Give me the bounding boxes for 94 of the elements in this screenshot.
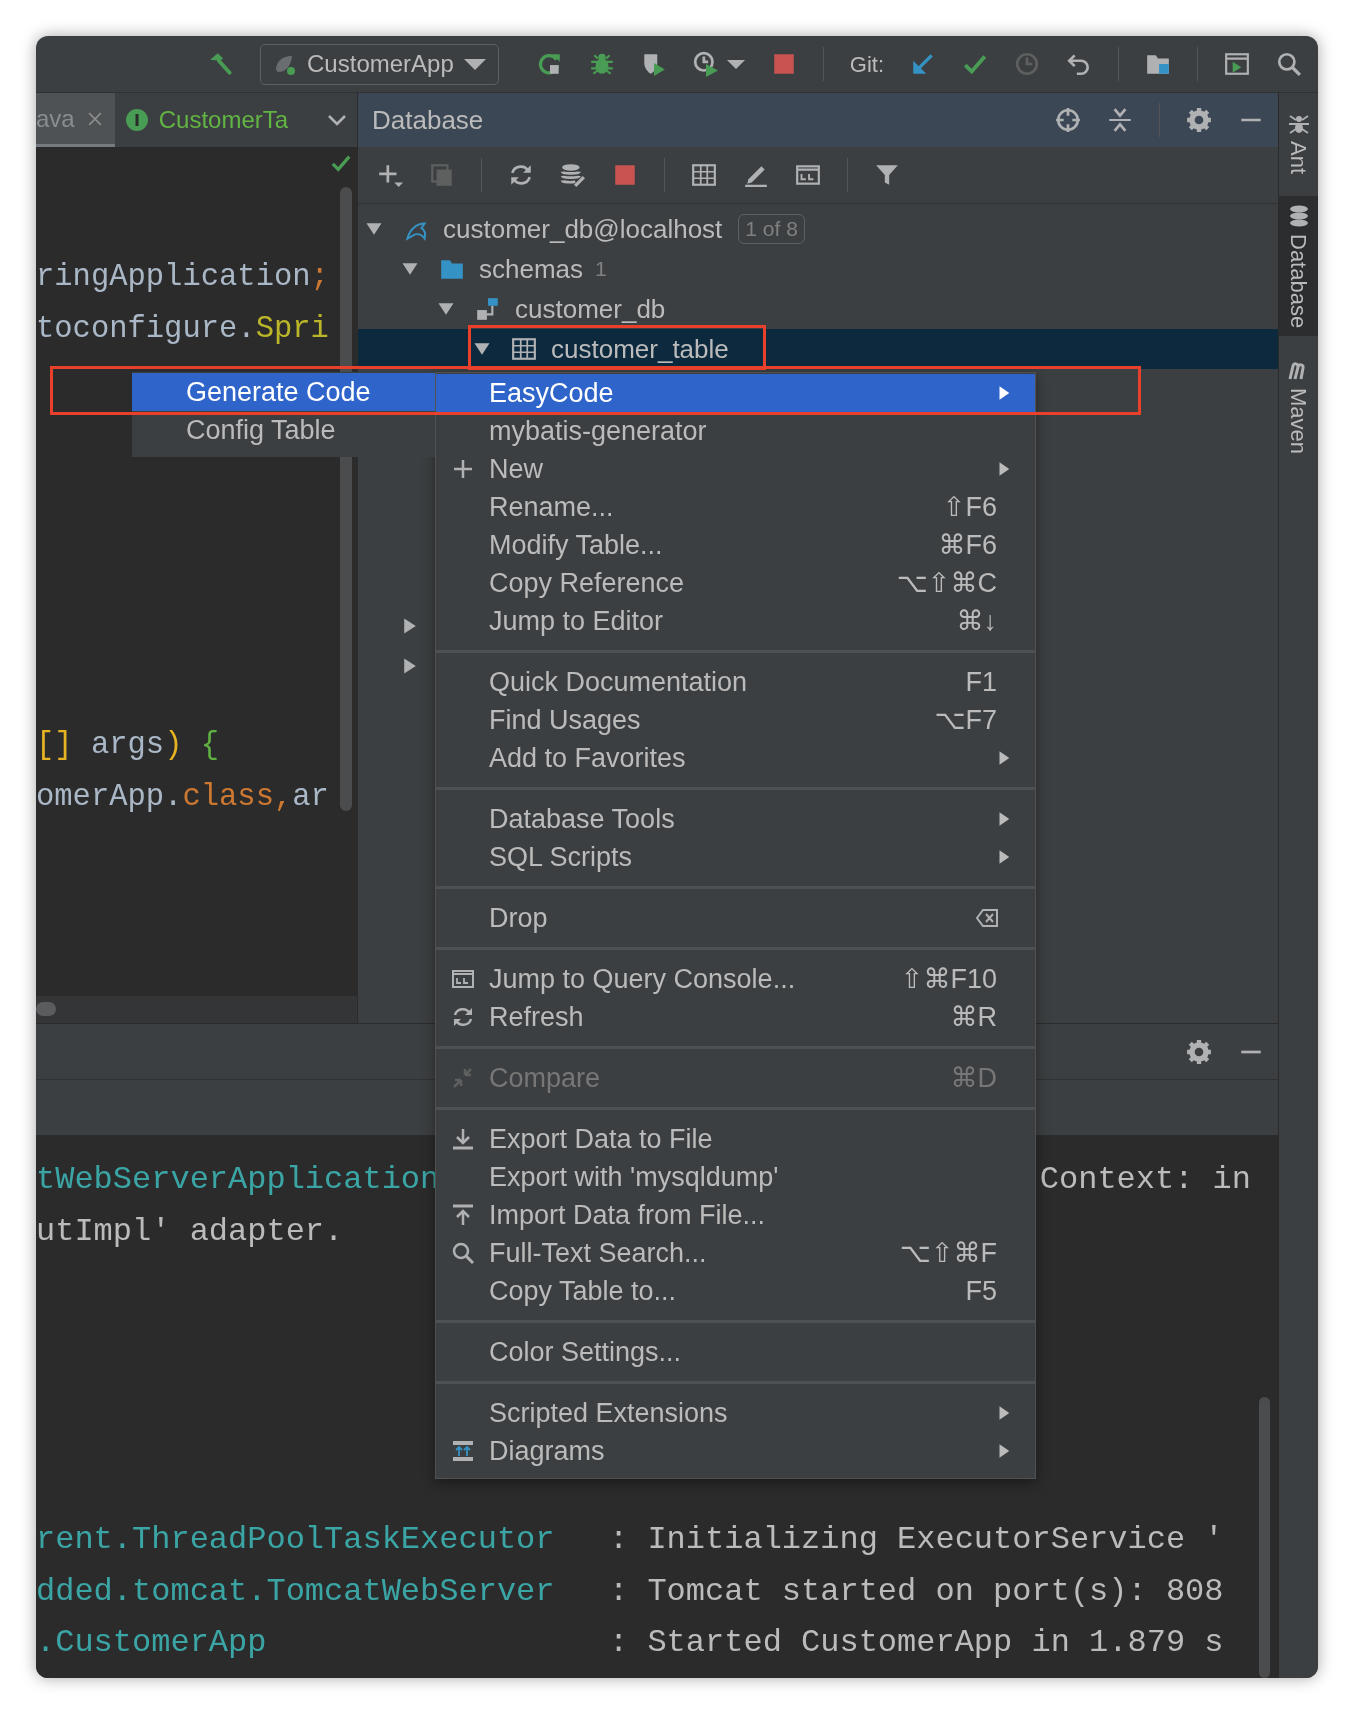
git-label: Git: bbox=[849, 50, 884, 79]
tree-label[interactable]: schemas bbox=[479, 249, 584, 289]
shortcut-label: ⇧F6 bbox=[942, 490, 997, 524]
refresh-icon bbox=[451, 1005, 475, 1029]
menu-item[interactable]: Rename... ⇧F6 bbox=[436, 488, 1035, 526]
scrollbar[interactable] bbox=[1259, 1397, 1270, 1678]
crosshair-icon[interactable] bbox=[1055, 107, 1081, 133]
upload-icon bbox=[451, 1203, 475, 1227]
settings-icon[interactable] bbox=[1186, 107, 1212, 133]
plus-icon bbox=[451, 457, 475, 481]
menu-item[interactable]: Color Settings... bbox=[436, 1333, 1035, 1371]
menu-item[interactable]: Jump to Editor ⌘↓ bbox=[436, 602, 1035, 640]
tool-window-button[interactable]: Database bbox=[1279, 196, 1318, 337]
tree-label[interactable]: customer_db bbox=[515, 289, 666, 329]
menu-item[interactable]: Modify Table... ⌘F6 bbox=[436, 526, 1035, 564]
shortcut-label: ⌥⇧⌘C bbox=[896, 566, 997, 600]
console-icon[interactable] bbox=[795, 162, 821, 188]
menu-item: Compare ⌘D bbox=[436, 1059, 1035, 1097]
scrollbar[interactable] bbox=[36, 1002, 56, 1016]
tool-window-button[interactable]: Ant bbox=[1279, 103, 1318, 183]
shortcut-label: ⇧⌘F10 bbox=[900, 962, 997, 996]
log-message: : Initializing ExecutorService ' bbox=[609, 1520, 1224, 1560]
database-wrench-icon[interactable] bbox=[560, 162, 586, 188]
menu-item[interactable]: Full-Text Search... ⌥⇧⌘F bbox=[436, 1234, 1035, 1272]
hammer-icon[interactable] bbox=[208, 51, 235, 77]
search-icon bbox=[451, 1241, 475, 1265]
menu-item[interactable]: New bbox=[436, 450, 1035, 488]
menu-item[interactable]: Add to Favorites bbox=[436, 739, 1035, 777]
console-text: utImpl' adapter. bbox=[36, 1211, 344, 1252]
menu-item[interactable]: Copy Table to... F5 bbox=[436, 1272, 1035, 1310]
run-config-dropdown[interactable]: CustomerApp bbox=[260, 43, 499, 85]
plus-icon[interactable] bbox=[377, 162, 403, 188]
window-play-icon[interactable] bbox=[1224, 51, 1250, 77]
menu-item[interactable]: Database Tools bbox=[436, 800, 1035, 838]
shortcut-label: ⌘R bbox=[950, 1000, 997, 1034]
bug-icon[interactable] bbox=[588, 51, 615, 77]
delete-key-icon bbox=[975, 906, 999, 930]
menu-item[interactable]: Copy Reference ⌥⇧⌘C bbox=[436, 564, 1035, 602]
caret-icon[interactable] bbox=[726, 59, 745, 69]
child-count: 1 bbox=[595, 256, 607, 283]
code-line: [] args) { bbox=[36, 727, 221, 764]
shortcut-label: ⌘F6 bbox=[938, 528, 997, 562]
caret-icon bbox=[463, 58, 486, 70]
menu-item[interactable]: Jump to Query Console... ⇧⌘F10 bbox=[436, 960, 1035, 998]
shortcut-label: ⌥⇧⌘F bbox=[899, 1236, 997, 1270]
menu-item[interactable]: Scripted Extensions bbox=[436, 1394, 1035, 1432]
code-line: toconfigure.Spri bbox=[36, 310, 330, 348]
tree-label[interactable]: customer_db@localhost bbox=[443, 209, 723, 249]
menu-item[interactable]: Refresh ⌘R bbox=[436, 998, 1035, 1036]
logger-name: rent.ThreadPoolTaskExecutor bbox=[36, 1520, 556, 1560]
menu-item[interactable]: mybatis-generator bbox=[436, 412, 1035, 450]
logger-name: .CustomerApp bbox=[36, 1623, 268, 1663]
panel-title: Database bbox=[372, 103, 484, 137]
menu-item[interactable]: Generate Code bbox=[132, 373, 435, 411]
stop-icon[interactable] bbox=[612, 162, 638, 188]
settings-icon[interactable] bbox=[1186, 1038, 1212, 1065]
menu-item[interactable]: Config Table bbox=[132, 411, 435, 449]
menu-item[interactable]: Export Data to File bbox=[436, 1120, 1035, 1158]
tool-window-button[interactable]: Maven bbox=[1279, 350, 1318, 463]
menu-item[interactable]: Find Usages ⌥F7 bbox=[436, 701, 1035, 739]
logger-name: dded.tomcat.TomcatWebServer bbox=[36, 1571, 556, 1612]
log-message: : Started CustomerApp in 1.879 s bbox=[609, 1623, 1224, 1663]
count-badge: 1 of 8 bbox=[738, 214, 805, 244]
menu-item[interactable]: SQL Scripts bbox=[436, 838, 1035, 876]
menu-item[interactable]: Diagrams bbox=[436, 1432, 1035, 1470]
search-icon[interactable] bbox=[1276, 51, 1302, 77]
diagram-icon bbox=[451, 1439, 475, 1463]
shortcut-label: ⌘D bbox=[950, 1061, 997, 1095]
arrow-icon[interactable] bbox=[910, 51, 936, 77]
refresh-icon[interactable] bbox=[508, 162, 534, 188]
interface-icon bbox=[124, 108, 149, 132]
menu-item[interactable]: Drop bbox=[436, 899, 1035, 937]
shortcut-label: F5 bbox=[965, 1274, 997, 1308]
clock-play-icon[interactable] bbox=[692, 51, 719, 77]
table-icon bbox=[511, 336, 537, 362]
menu-item[interactable]: EasyCode bbox=[436, 374, 1035, 412]
tree-row[interactable]: customer_table bbox=[358, 329, 1278, 369]
code-line: omerApp.class,ar bbox=[36, 778, 330, 816]
download-icon bbox=[451, 1127, 475, 1151]
menu-item[interactable]: Quick Documentation F1 bbox=[436, 663, 1035, 701]
tree-label[interactable]: customer_table bbox=[551, 329, 729, 369]
shortcut-label: ⌥F7 bbox=[934, 703, 997, 737]
table-icon[interactable] bbox=[691, 162, 717, 188]
rerun-icon[interactable] bbox=[536, 51, 563, 77]
console-text: Context: in bbox=[1039, 1160, 1251, 1200]
code-line: ringApplication; bbox=[36, 259, 330, 296]
collapse-icon[interactable] bbox=[1107, 107, 1133, 133]
editor-tab[interactable]: CustomerTa bbox=[114, 93, 299, 147]
compare-icon bbox=[451, 1066, 475, 1090]
log-message: : Tomcat started on port(s): 808 bbox=[609, 1571, 1224, 1612]
shortcut-label: F1 bbox=[965, 665, 997, 699]
schema-icon bbox=[475, 296, 501, 322]
shortcut-label: ⌘↓ bbox=[956, 604, 997, 638]
console-icon bbox=[451, 967, 475, 991]
